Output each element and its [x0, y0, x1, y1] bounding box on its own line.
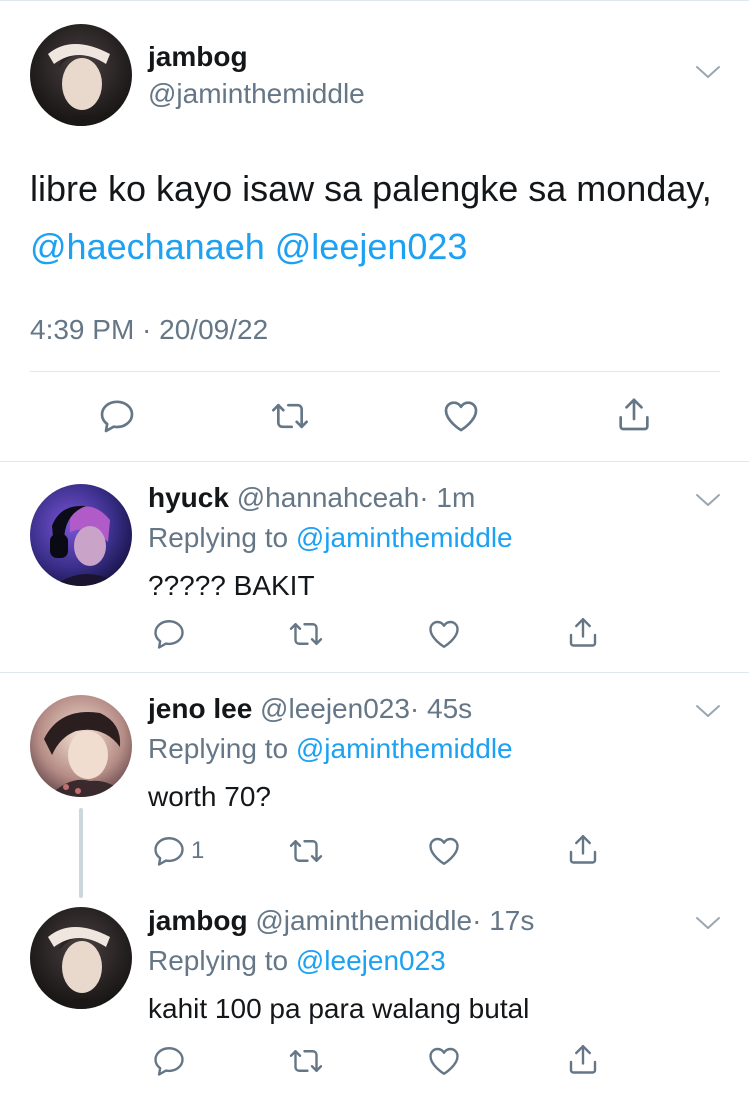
mention-link[interactable]: @haechanaeh	[30, 226, 265, 267]
user-handle[interactable]: @hannahceah	[237, 482, 420, 513]
user-handle[interactable]: @jaminthemiddle	[255, 905, 472, 936]
share-icon	[565, 831, 601, 867]
action-bar: 1	[0, 831, 749, 875]
tweet-timestamp[interactable]: 4:39 PM · 20/09/22	[30, 314, 268, 346]
reply-text: worth 70?	[148, 781, 271, 812]
reply-header: jeno lee @leejen023· 45s	[148, 693, 472, 725]
avatar-photo	[30, 484, 132, 586]
like-icon	[426, 616, 462, 652]
action-bar	[0, 390, 749, 446]
reply-time: · 17s	[472, 905, 535, 936]
reply-button[interactable]	[151, 616, 187, 652]
like-icon	[441, 396, 481, 436]
reply-button[interactable]	[151, 1043, 187, 1079]
reply-tweet[interactable]: hyuck @hannahceah· 1m Replying to @jamin…	[0, 462, 749, 672]
replying-to: Replying to @leejen023	[148, 945, 446, 977]
reply-header: hyuck @hannahceah· 1m	[148, 482, 475, 514]
reply-button[interactable]	[97, 396, 137, 436]
chevron-down-icon[interactable]	[694, 701, 722, 721]
reply-tweet[interactable]: jeno lee @leejen023· 45s Replying to @ja…	[0, 673, 749, 883]
retweet-icon	[270, 396, 310, 436]
retweet-icon	[288, 1043, 324, 1079]
replying-label: Replying to	[148, 945, 289, 976]
replying-label: Replying to	[148, 522, 289, 553]
display-name[interactable]: jambog	[148, 905, 248, 936]
chevron-down-icon[interactable]	[694, 913, 722, 933]
reply-button[interactable]: 1	[151, 833, 204, 869]
display-name[interactable]: hyuck	[148, 482, 229, 513]
chevron-down-icon[interactable]	[694, 490, 722, 510]
like-button[interactable]	[426, 616, 462, 652]
divider	[30, 371, 720, 372]
mention-link[interactable]: @leejen023	[296, 945, 446, 976]
like-button[interactable]	[441, 396, 481, 436]
retweet-icon	[288, 833, 324, 869]
mention-link[interactable]: @jaminthemiddle	[296, 522, 513, 553]
share-button[interactable]	[565, 614, 601, 650]
avatar[interactable]	[30, 695, 132, 797]
like-icon	[426, 1043, 462, 1079]
share-button[interactable]	[565, 1041, 601, 1077]
avatar-photo	[30, 24, 132, 126]
replying-label: Replying to	[148, 733, 289, 764]
retweet-button[interactable]	[288, 616, 324, 652]
avatar[interactable]	[30, 484, 132, 586]
retweet-button[interactable]	[288, 833, 324, 869]
chevron-down-icon[interactable]	[694, 62, 722, 82]
replying-to: Replying to @jaminthemiddle	[148, 733, 513, 765]
reply-icon	[151, 1043, 187, 1079]
reply-header: jambog @jaminthemiddle· 17s	[148, 905, 534, 937]
user-handle[interactable]: @jaminthemiddle	[148, 78, 365, 110]
like-button[interactable]	[426, 833, 462, 869]
action-bar	[0, 1041, 749, 1085]
user-handle[interactable]: @leejen023	[260, 693, 410, 724]
reply-time: · 1m	[419, 482, 476, 513]
main-tweet: jambog @jaminthemiddle libre ko kayo isa…	[0, 0, 749, 461]
reply-count: 1	[191, 837, 205, 864]
share-button[interactable]	[614, 394, 654, 434]
reply-icon	[151, 616, 187, 652]
avatar[interactable]	[30, 24, 132, 126]
reply-text: ????? BAKIT	[148, 570, 315, 601]
retweet-button[interactable]	[270, 396, 310, 436]
reply-text: kahit 100 pa para walang butal	[148, 993, 530, 1024]
avatar-photo	[30, 695, 132, 797]
reply-icon	[97, 396, 137, 436]
mention-link[interactable]: @jaminthemiddle	[296, 733, 513, 764]
like-button[interactable]	[426, 1043, 462, 1079]
display-name[interactable]: jambog	[148, 41, 248, 73]
avatar[interactable]	[30, 907, 132, 1009]
replying-to: Replying to @jaminthemiddle	[148, 522, 513, 554]
retweet-button[interactable]	[288, 1043, 324, 1079]
tweet-text-plain: libre ko kayo isaw sa palengke sa monday…	[30, 168, 712, 209]
reply-tweet[interactable]: jambog @jaminthemiddle· 17s Replying to …	[0, 885, 749, 1095]
display-name[interactable]: jeno lee	[148, 693, 252, 724]
reply-icon	[151, 833, 187, 869]
like-icon	[426, 833, 462, 869]
share-icon	[565, 614, 601, 650]
retweet-icon	[288, 616, 324, 652]
avatar-photo	[30, 907, 132, 1009]
mention-link[interactable]: @leejen023	[275, 226, 468, 267]
action-bar	[0, 614, 749, 658]
tweet-text: libre ko kayo isaw sa palengke sa monday…	[30, 160, 720, 276]
reply-time: · 45s	[409, 693, 473, 724]
share-button[interactable]	[565, 831, 601, 867]
share-icon	[614, 394, 654, 434]
share-icon	[565, 1041, 601, 1077]
